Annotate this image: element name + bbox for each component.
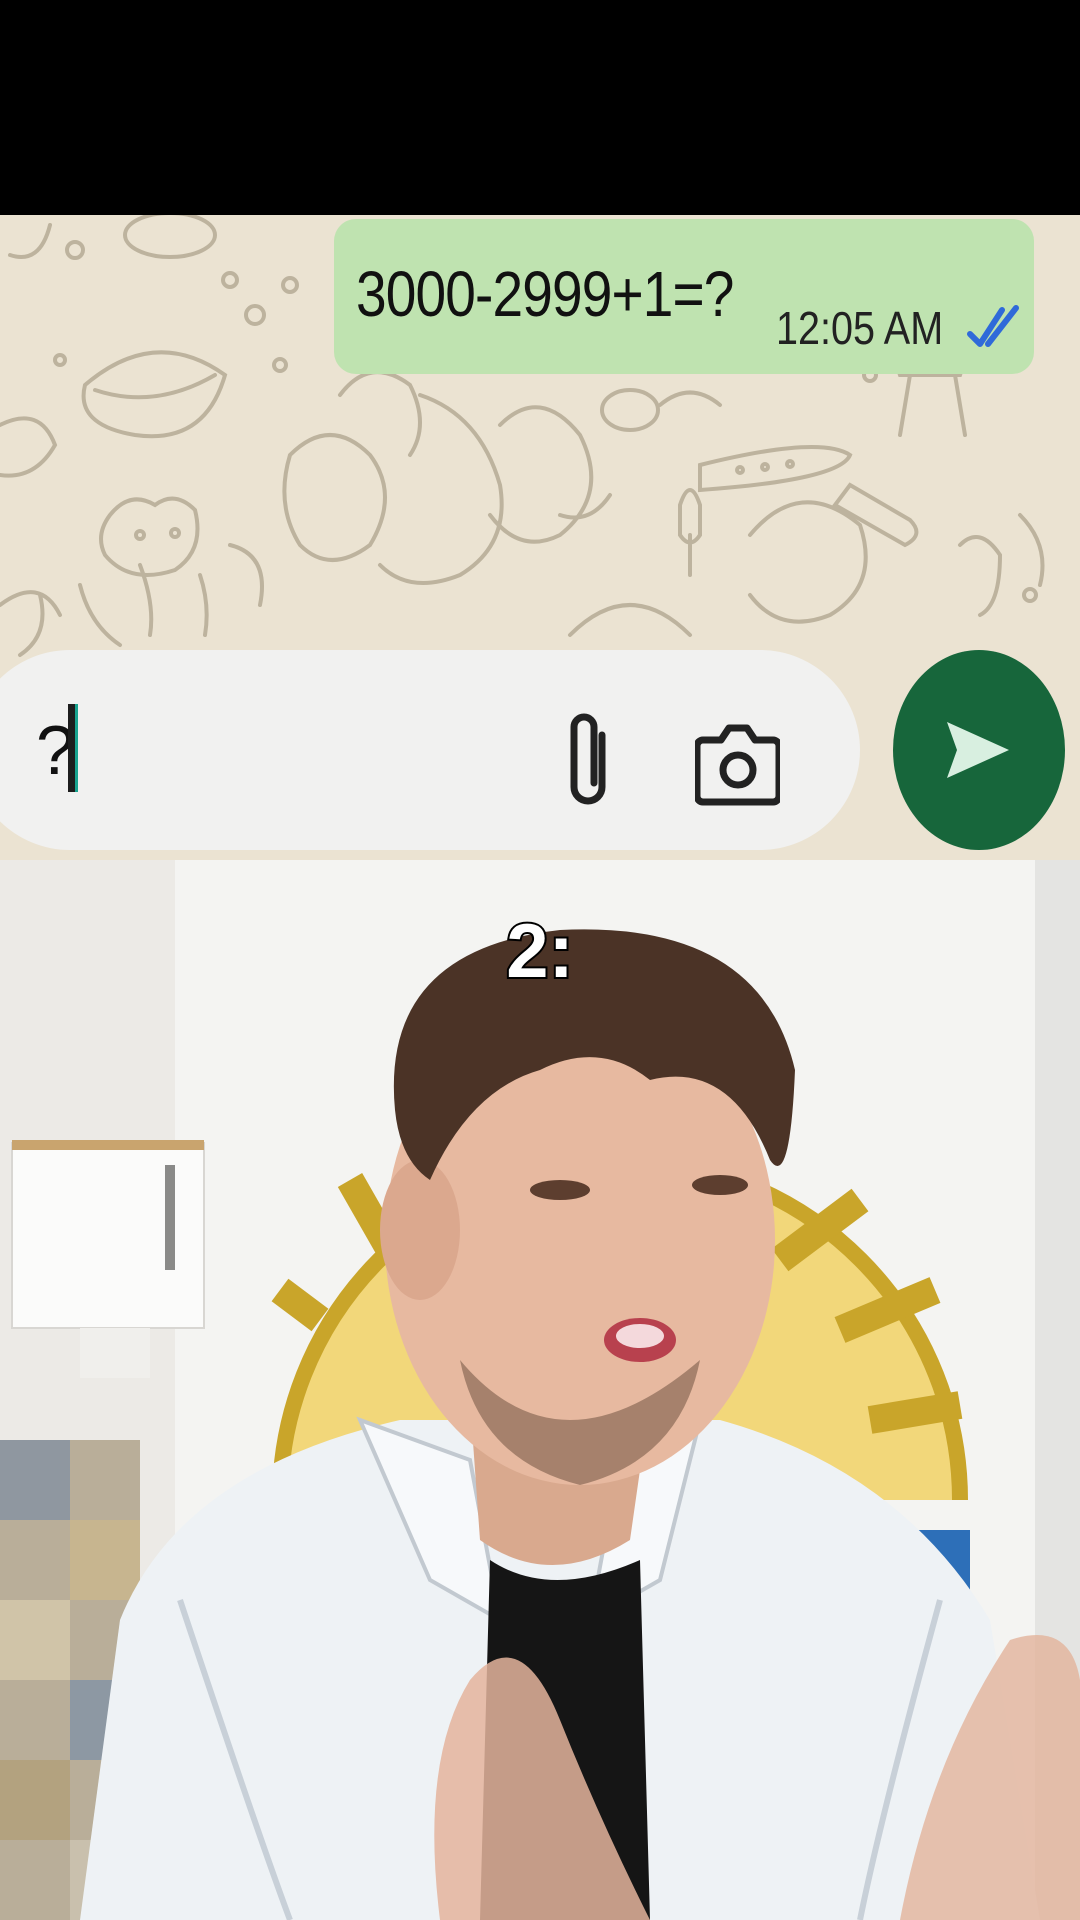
- paperclip-icon[interactable]: [560, 705, 620, 815]
- double-check-icon: [967, 305, 1019, 347]
- camera-icon[interactable]: [695, 712, 780, 812]
- chat-screenshot: 3000-2999+1=? 12:05 AM ?: [0, 215, 1080, 860]
- message-timestamp: 12:05 AM: [776, 302, 944, 354]
- text-caret: [68, 704, 78, 792]
- video-caption: 2:: [504, 907, 576, 996]
- top-letterbox: [0, 0, 1080, 215]
- sent-message-bubble[interactable]: 3000-2999+1=? 12:05 AM: [334, 219, 1034, 374]
- send-button[interactable]: [893, 650, 1065, 850]
- video-frame: [0, 860, 1080, 1920]
- send-icon: [947, 722, 1009, 778]
- message-text: 3000-2999+1=?: [356, 258, 734, 330]
- message-input-bar[interactable]: ?: [0, 650, 860, 850]
- video-scene: [0, 860, 1080, 1920]
